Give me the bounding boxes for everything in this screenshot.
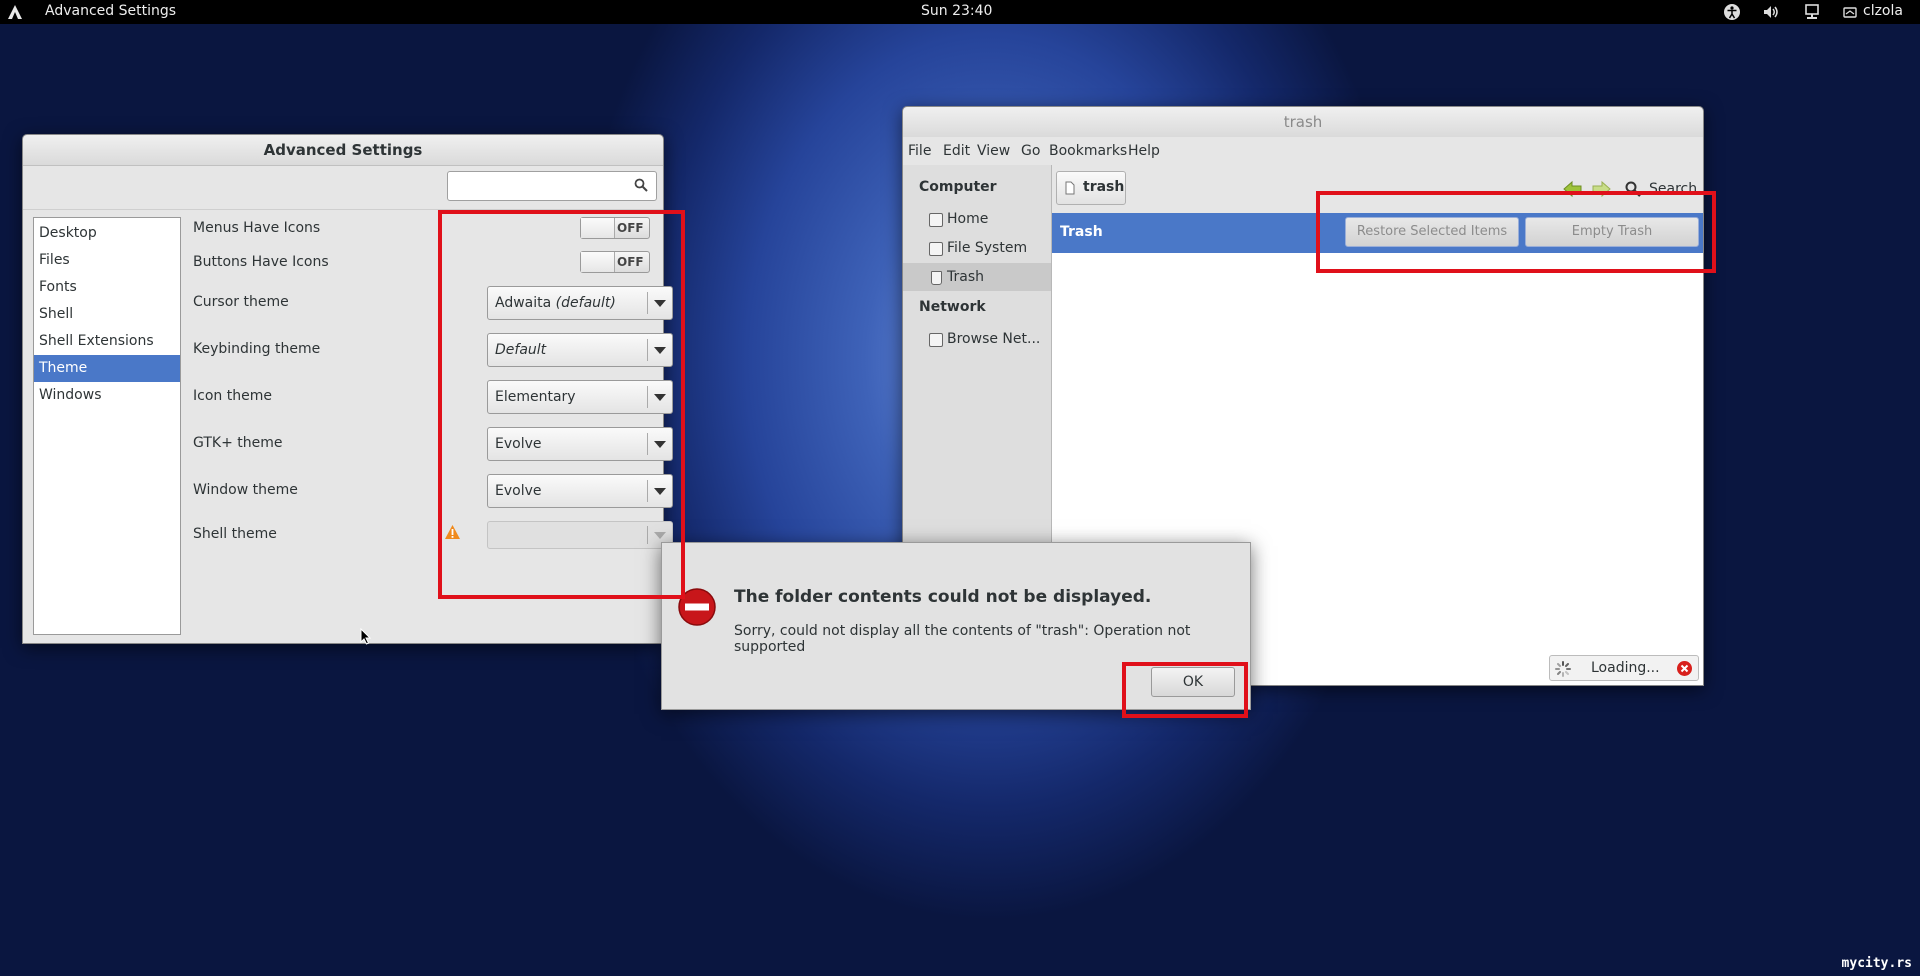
menu-help[interactable]: Help bbox=[1128, 143, 1160, 159]
menu-bar: File Edit View Go Bookmarks Help bbox=[903, 137, 1703, 165]
top-bar: Advanced Settings Sun 23:40 clzola bbox=[0, 0, 1920, 24]
menu-bookmarks[interactable]: Bookmarks bbox=[1049, 143, 1127, 159]
user-icon[interactable] bbox=[1843, 3, 1857, 21]
clock[interactable]: Sun 23:40 bbox=[921, 3, 992, 19]
sidebar-item-desktop[interactable]: Desktop bbox=[34, 220, 180, 247]
keybinding-theme-label: Keybinding theme bbox=[193, 341, 321, 357]
trash-bar-label: Trash bbox=[1060, 224, 1103, 240]
volume-icon[interactable] bbox=[1762, 3, 1780, 21]
app-menu[interactable]: Advanced Settings bbox=[45, 3, 176, 19]
cancel-loading-icon[interactable] bbox=[1676, 660, 1693, 677]
loading-indicator: Loading... bbox=[1549, 655, 1699, 681]
highlight-theme-controls bbox=[438, 210, 685, 599]
category-list: Desktop Files Fonts Shell Shell Extensio… bbox=[33, 217, 181, 635]
buttons-have-icons-label: Buttons Have Icons bbox=[193, 254, 329, 270]
accessibility-icon[interactable] bbox=[1723, 3, 1741, 21]
sidebar-item-shell[interactable]: Shell bbox=[34, 301, 180, 328]
trash-icon bbox=[931, 271, 942, 285]
search-input[interactable] bbox=[447, 171, 657, 201]
window-title[interactable]: Advanced Settings bbox=[23, 135, 663, 166]
window-theme-label: Window theme bbox=[193, 482, 298, 498]
user-menu[interactable]: clzola bbox=[1863, 3, 1903, 19]
drive-icon bbox=[929, 242, 943, 256]
place-trash[interactable]: Trash bbox=[903, 263, 1051, 291]
menus-have-icons-label: Menus Have Icons bbox=[193, 220, 321, 236]
sidebar-item-windows[interactable]: Windows bbox=[34, 382, 180, 409]
window-title[interactable]: trash bbox=[903, 107, 1703, 137]
watermark: mycity.rs bbox=[1841, 956, 1912, 971]
place-home[interactable]: Home bbox=[903, 205, 1051, 233]
icon-theme-label: Icon theme bbox=[193, 388, 272, 404]
computer-header: Computer bbox=[919, 179, 997, 195]
sidebar-item-theme[interactable]: Theme bbox=[34, 355, 180, 382]
dialog-message: Sorry, could not display all the content… bbox=[734, 623, 1191, 655]
sidebar-item-fonts[interactable]: Fonts bbox=[34, 274, 180, 301]
network-icon[interactable] bbox=[1803, 3, 1821, 21]
place-browse-network[interactable]: Browse Net... bbox=[903, 325, 1051, 353]
sidebar-item-files[interactable]: Files bbox=[34, 247, 180, 274]
loading-text: Loading... bbox=[1591, 660, 1660, 676]
highlight-trash-buttons bbox=[1316, 191, 1716, 273]
highlight-ok-button bbox=[1122, 662, 1248, 718]
gtk-theme-label: GTK+ theme bbox=[193, 435, 283, 451]
network-folder-icon bbox=[929, 333, 943, 347]
place-file-system[interactable]: File System bbox=[903, 234, 1051, 262]
menu-edit[interactable]: Edit bbox=[943, 143, 970, 159]
path-button-trash[interactable]: trash bbox=[1056, 171, 1126, 205]
home-icon bbox=[929, 213, 943, 227]
network-header: Network bbox=[919, 299, 986, 315]
dialog-title: The folder contents could not be display… bbox=[734, 587, 1152, 607]
document-icon bbox=[1065, 181, 1075, 195]
menu-file[interactable]: File bbox=[908, 143, 931, 159]
shell-theme-label: Shell theme bbox=[193, 526, 277, 542]
menu-view[interactable]: View bbox=[977, 143, 1010, 159]
menu-go[interactable]: Go bbox=[1021, 143, 1040, 159]
mouse-pointer-icon bbox=[360, 628, 371, 645]
activities-icon[interactable] bbox=[6, 3, 24, 21]
sidebar-item-shell-extensions[interactable]: Shell Extensions bbox=[34, 328, 180, 355]
cursor-theme-label: Cursor theme bbox=[193, 294, 289, 310]
spinner-icon bbox=[1555, 661, 1571, 677]
search-icon bbox=[634, 178, 648, 192]
